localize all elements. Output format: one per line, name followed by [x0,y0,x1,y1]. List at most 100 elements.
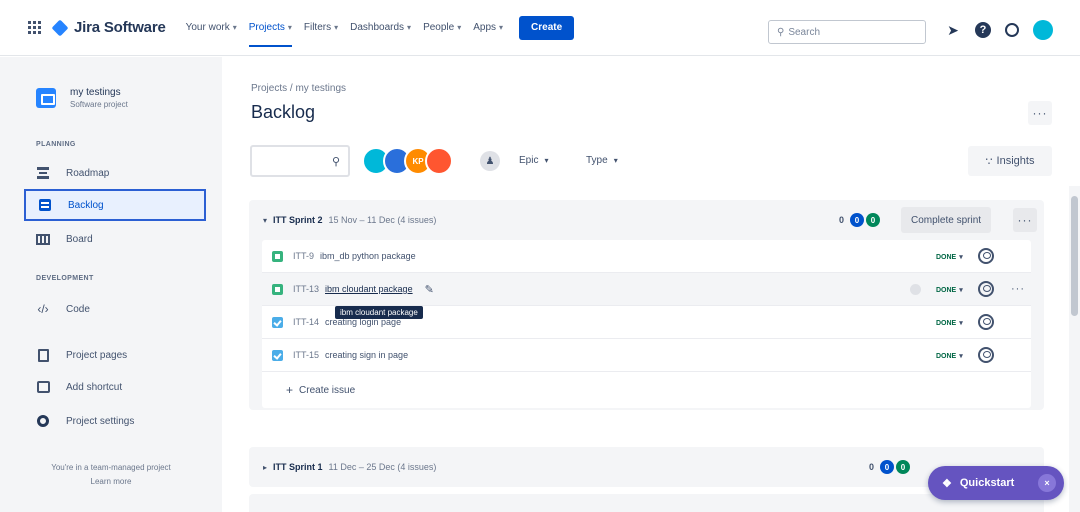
chevron-right-icon[interactable]: ▸ [263,463,267,472]
jira-logo[interactable]: Jira Software [51,19,166,36]
chevron-down-icon: ▾ [287,23,292,32]
nav-label: Projects [248,22,285,33]
status-dropdown[interactable]: DONE ▾ [932,282,967,298]
insights-button[interactable]: ∵ Insights [968,146,1052,176]
issue-key[interactable]: ITT-14 [293,317,319,327]
chevron-down-icon: ▾ [959,254,963,261]
notifications-icon[interactable]: ➤ [945,22,961,38]
chevron-down-icon: ▾ [499,23,504,32]
sidebar-item-add-shortcut[interactable]: Add shortcut [24,371,206,403]
sprint-more-button[interactable]: ··· [1013,208,1037,232]
sidebar-item-label: Code [66,303,90,315]
chevron-down-icon: ▾ [959,353,963,360]
scrollbar-thumb[interactable] [1071,196,1078,316]
nav-your-work[interactable]: Your work ▾ [186,0,237,56]
story-icon [272,250,283,262]
sidebar-item-project-settings[interactable]: Project settings [24,405,206,437]
plus-icon: + [286,383,294,397]
epic-filter-dropdown[interactable]: Epic ▾ [519,155,548,166]
sidebar-item-board[interactable]: Board [24,223,206,255]
issue-key[interactable]: ITT-15 [293,350,319,360]
unassigned-avatar-icon[interactable] [978,281,994,297]
issue-summary-tooltip: ibm cloudant package [335,306,423,319]
issue-more-button[interactable]: ··· [1006,277,1030,301]
nav-projects[interactable]: Projects ▾ [248,0,293,56]
sidebar-item-label: Roadmap [66,167,110,179]
story-icon [272,283,283,295]
project-name: my testings [70,87,121,98]
sidebar-item-code[interactable]: ‹/› Code [24,293,206,325]
nav-people[interactable]: People ▾ [423,0,461,56]
project-header[interactable]: my testings Software project [36,87,128,109]
search-input[interactable]: ⚲ Search [768,20,926,44]
nav-dashboards[interactable]: Dashboards ▾ [350,0,411,56]
team-managed-note: You're in a team-managed project [51,463,171,472]
chevron-down-icon[interactable]: ▾ [263,216,267,225]
top-right-icons: ➤ ? [945,20,1053,40]
nav-label: Your work [185,22,230,33]
breadcrumb[interactable]: Projects / my testings [251,83,346,94]
status-label: DONE [936,319,957,327]
app-switcher-icon[interactable] [28,20,42,35]
nav-label: Apps [473,22,497,33]
project-sidebar: my testings Software project PLANNING Ro… [0,57,222,512]
create-issue-label: Create issue [299,384,356,396]
issue-row[interactable]: ITT-15 creating sign in page DONE ▾ [262,339,1031,372]
status-dropdown[interactable]: DONE ▾ [932,315,967,331]
task-icon [272,349,283,361]
backlog-icon [38,198,52,212]
add-people-icon[interactable]: ♟ [480,151,500,171]
sprint-issue-list: ITT-9 ibm_db python package DONE ▾ ITT-13… [262,240,1031,408]
nav-label: Dashboards [350,22,405,33]
search-icon: ⚲ [777,26,785,38]
learn-more-link[interactable]: Learn more [0,477,222,486]
estimate-icon[interactable] [910,284,921,295]
chevron-down-icon: ▾ [407,23,412,32]
page-more-button[interactable]: ··· [1028,101,1052,125]
sidebar-item-project-pages[interactable]: Project pages [24,339,206,371]
profile-avatar[interactable] [1033,20,1053,40]
status-label: DONE [936,352,957,360]
lightbulb-icon: ❖ [942,477,952,490]
sprint-issue-counts: 0 0 0 [869,460,911,474]
nav-apps[interactable]: Apps ▾ [473,0,503,56]
nav-filters[interactable]: Filters ▾ [304,0,338,56]
backlog-search-input[interactable]: ⚲ [250,145,350,177]
chevron-down-icon: ▾ [959,287,963,294]
chevron-down-icon: ▾ [232,23,237,32]
sprint-panel: ▸ ITT Sprint 1 11 Dec – 25 Dec (4 issues… [249,447,1044,487]
chevron-down-icon: ▾ [613,156,618,165]
status-dropdown[interactable]: DONE ▾ [932,249,967,265]
sidebar-item-backlog[interactable]: Backlog [24,189,206,221]
sprint-header[interactable]: ▸ ITT Sprint 1 11 Dec – 25 Dec (4 issues… [249,447,1044,487]
done-count: 0 [866,213,881,227]
issue-key[interactable]: ITT-13 [293,284,319,294]
settings-icon[interactable] [1005,23,1019,37]
type-filter-dropdown[interactable]: Type ▾ [586,155,618,166]
issue-row[interactable]: ITT-9 ibm_db python package DONE ▾ [262,240,1031,273]
avatar[interactable] [425,147,453,175]
page-title: Backlog [251,102,316,122]
sidebar-item-roadmap[interactable]: Roadmap [24,157,206,189]
create-issue-button[interactable]: + Create issue [262,372,1031,408]
unassigned-avatar-icon[interactable] [978,248,994,264]
unassigned-avatar-icon[interactable] [978,314,994,330]
status-dropdown[interactable]: DONE ▾ [932,348,967,364]
complete-sprint-button[interactable]: Complete sprint [901,207,992,233]
chevron-down-icon: ▾ [334,23,339,32]
issue-row[interactable]: ITT-13 ibm cloudant package ✎ DONE ▾ ··· [262,273,1031,306]
edit-pencil-icon[interactable]: ✎ [425,283,434,296]
help-icon[interactable]: ? [975,22,991,38]
code-icon: ‹/› [37,302,49,316]
close-icon[interactable]: × [1038,474,1056,492]
jira-logo-icon [51,19,69,36]
unassigned-avatar-icon[interactable] [978,347,994,363]
issue-summary[interactable]: ibm cloudant package [325,284,413,294]
create-button[interactable]: Create [519,15,575,40]
quickstart-button[interactable]: ❖ Quickstart × [928,466,1064,500]
pages-icon [36,348,50,362]
development-heading: DEVELOPMENT [36,275,94,282]
issue-key[interactable]: ITT-9 [293,251,314,261]
sidebar-item-label: Backlog [68,199,104,211]
sprint-header[interactable]: ▾ ITT Sprint 2 15 Nov – 11 Dec (4 issues… [249,200,1044,240]
